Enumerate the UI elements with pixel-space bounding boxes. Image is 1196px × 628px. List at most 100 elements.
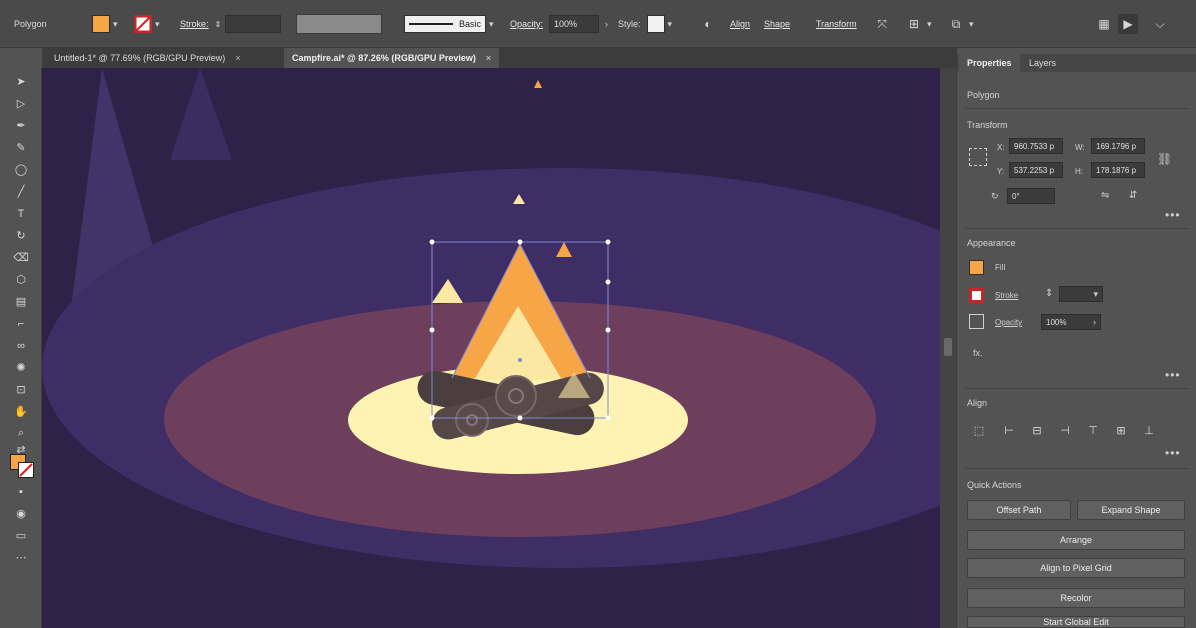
stroke-label[interactable]: Stroke (995, 291, 1018, 300)
chevron-down-icon[interactable]: ▾ (113, 19, 118, 30)
curvature-tool-icon[interactable]: ✎ (10, 138, 32, 157)
resize-handle[interactable] (517, 239, 523, 245)
stroke-swatch-control[interactable]: ▾ (134, 13, 160, 35)
stroke-stepper-icon[interactable]: ⇕ (215, 20, 222, 29)
x-field[interactable]: 960.7533 p (1009, 138, 1063, 154)
recolor-artwork-icon[interactable]: ◐ (698, 14, 718, 34)
resize-handle[interactable] (429, 239, 435, 245)
tab-campfire[interactable]: Campfire.ai* @ 87.26% (RGB/GPU Preview) … (284, 48, 500, 68)
arrange-button[interactable]: Arrange (967, 530, 1185, 550)
opacity-label[interactable]: Opacity (995, 318, 1022, 327)
live-corner-widget[interactable] (605, 279, 611, 285)
offset-path-button[interactable]: Offset Path (967, 500, 1071, 520)
stroke-weight-field[interactable]: ▾ (1059, 286, 1103, 302)
chevron-down-icon[interactable]: ▾ (927, 19, 932, 30)
more-options-icon[interactable]: ••• (1165, 446, 1181, 460)
panel-toggle-icon[interactable]: ▶ (1118, 14, 1138, 34)
reference-point-icon[interactable] (969, 148, 987, 166)
expand-shape-button[interactable]: Expand Shape (1077, 500, 1185, 520)
symbol-sprayer-tool-icon[interactable]: ✺ (10, 358, 32, 377)
start-global-edit-button[interactable]: Start Global Edit (967, 616, 1185, 628)
stroke-stepper-icon[interactable]: ⇕ (1045, 288, 1053, 299)
rotate-tool-icon[interactable]: ↻ (10, 226, 32, 245)
y-field[interactable]: 537.2253 p (1009, 162, 1063, 178)
style-swatch[interactable] (646, 15, 665, 33)
align-vertical-center-icon[interactable]: ⊞ (1113, 422, 1129, 438)
w-field[interactable]: 169.1796 p (1091, 138, 1145, 154)
chevron-right-icon[interactable]: › (1093, 317, 1096, 327)
isolate-group-icon[interactable]: ⊞ (904, 14, 924, 34)
flip-horizontal-icon[interactable]: ⇋ (1101, 190, 1109, 201)
stroke-label[interactable]: Stroke: (180, 19, 209, 29)
blend-tool-icon[interactable]: ∞ (10, 336, 32, 355)
pen-tool-icon[interactable]: ✒ (10, 116, 32, 135)
align-link[interactable]: Align (730, 19, 750, 29)
arrange-documents-icon[interactable]: ▦ (1094, 14, 1114, 34)
recolor-button[interactable]: Recolor (967, 588, 1185, 608)
chevron-down-icon[interactable]: ▾ (155, 19, 160, 30)
direct-selection-tool-icon[interactable]: ▷ (10, 94, 32, 113)
align-top-icon[interactable]: ⊤ (1085, 422, 1101, 438)
opacity-field[interactable]: 100% (549, 15, 600, 33)
close-icon[interactable]: × (235, 53, 240, 63)
align-left-icon[interactable]: ⊢ (1001, 422, 1017, 438)
transform-link[interactable]: Transform (816, 19, 857, 29)
opacity-label[interactable]: Opacity: (510, 19, 543, 29)
shape-builder-options-icon[interactable]: ⧉ (946, 14, 966, 34)
shape-builder-tool-icon[interactable]: ⬡ (10, 270, 32, 289)
resize-handle[interactable] (429, 327, 435, 333)
fill-swatch-control[interactable]: ▾ (92, 13, 118, 35)
drawing-mode-icon[interactable]: ◉ (10, 504, 32, 523)
artboard-tool-icon[interactable]: ⊡ (10, 380, 32, 399)
color-mode-icon[interactable]: ▪ (10, 482, 32, 501)
flip-vertical-icon[interactable]: ⇵ (1129, 190, 1137, 201)
angle-field[interactable]: 0° (1007, 188, 1055, 204)
more-options-icon[interactable]: ••• (1165, 368, 1181, 382)
selection-tool-icon[interactable]: ➤ (10, 72, 32, 91)
chevron-down-icon[interactable]: ▾ (969, 19, 974, 30)
brush-definition-field[interactable]: Basic (404, 15, 486, 33)
constrain-proportions-icon[interactable]: ⛓ (1157, 152, 1172, 166)
tab-properties[interactable]: Properties (959, 54, 1020, 72)
align-to-pixel-grid-button[interactable]: Align to Pixel Grid (967, 558, 1185, 578)
stroke-none-swatch[interactable] (134, 15, 152, 33)
screen-mode-icon[interactable]: ▭ (10, 526, 32, 545)
resize-handle[interactable] (517, 415, 523, 421)
stroke-swatch[interactable] (969, 288, 984, 303)
stroke-weight-field[interactable] (225, 15, 282, 33)
resize-handle[interactable] (605, 327, 611, 333)
align-horizontal-center-icon[interactable]: ⊟ (1029, 422, 1045, 438)
workspace-menu-icon[interactable]: ⌵ (1150, 14, 1170, 34)
eyedropper-tool-icon[interactable]: ⌐ (10, 314, 32, 333)
align-right-icon[interactable]: ⊣ (1057, 422, 1073, 438)
transform-each-icon[interactable]: ⤧ (872, 14, 892, 34)
artboard-canvas[interactable] (42, 68, 940, 628)
tab-untitled-1[interactable]: Untitled-1* @ 77.69% (RGB/GPU Preview) × (46, 48, 248, 68)
chevron-right-icon[interactable]: › (605, 19, 608, 29)
gradient-tool-icon[interactable]: ▤ (10, 292, 32, 311)
chevron-down-icon[interactable]: ▾ (668, 19, 673, 30)
chevron-down-icon[interactable]: ▾ (1093, 289, 1098, 300)
more-options-icon[interactable]: ••• (1165, 208, 1181, 222)
fill-swatch[interactable] (969, 260, 984, 275)
opacity-field[interactable]: 100% › (1041, 314, 1101, 330)
stroke-color-icon[interactable] (18, 462, 34, 478)
hand-tool-icon[interactable]: ✋ (10, 402, 32, 421)
scrollbar-thumb[interactable] (944, 338, 952, 356)
pencil-tool-icon[interactable]: ╱ (10, 182, 32, 201)
fill-swatch[interactable] (92, 15, 110, 33)
resize-handle[interactable] (605, 415, 611, 421)
type-tool-icon[interactable]: T (10, 204, 32, 223)
campfire-artwork[interactable] (42, 68, 940, 628)
resize-handle[interactable] (429, 415, 435, 421)
align-to-icon[interactable]: ⬚ (971, 422, 987, 438)
close-icon[interactable]: × (486, 53, 491, 63)
ellipse-tool-icon[interactable]: ◯ (10, 160, 32, 179)
h-field[interactable]: 178.1876 p (1091, 162, 1145, 178)
edit-toolbar-icon[interactable]: ⋯ (10, 548, 32, 567)
effects-icon[interactable]: fx. (973, 348, 983, 358)
chevron-down-icon[interactable]: ▾ (489, 19, 494, 30)
align-bottom-icon[interactable]: ⊥ (1141, 422, 1157, 438)
resize-handle[interactable] (605, 239, 611, 245)
eraser-tool-icon[interactable]: ⌫ (10, 248, 32, 267)
